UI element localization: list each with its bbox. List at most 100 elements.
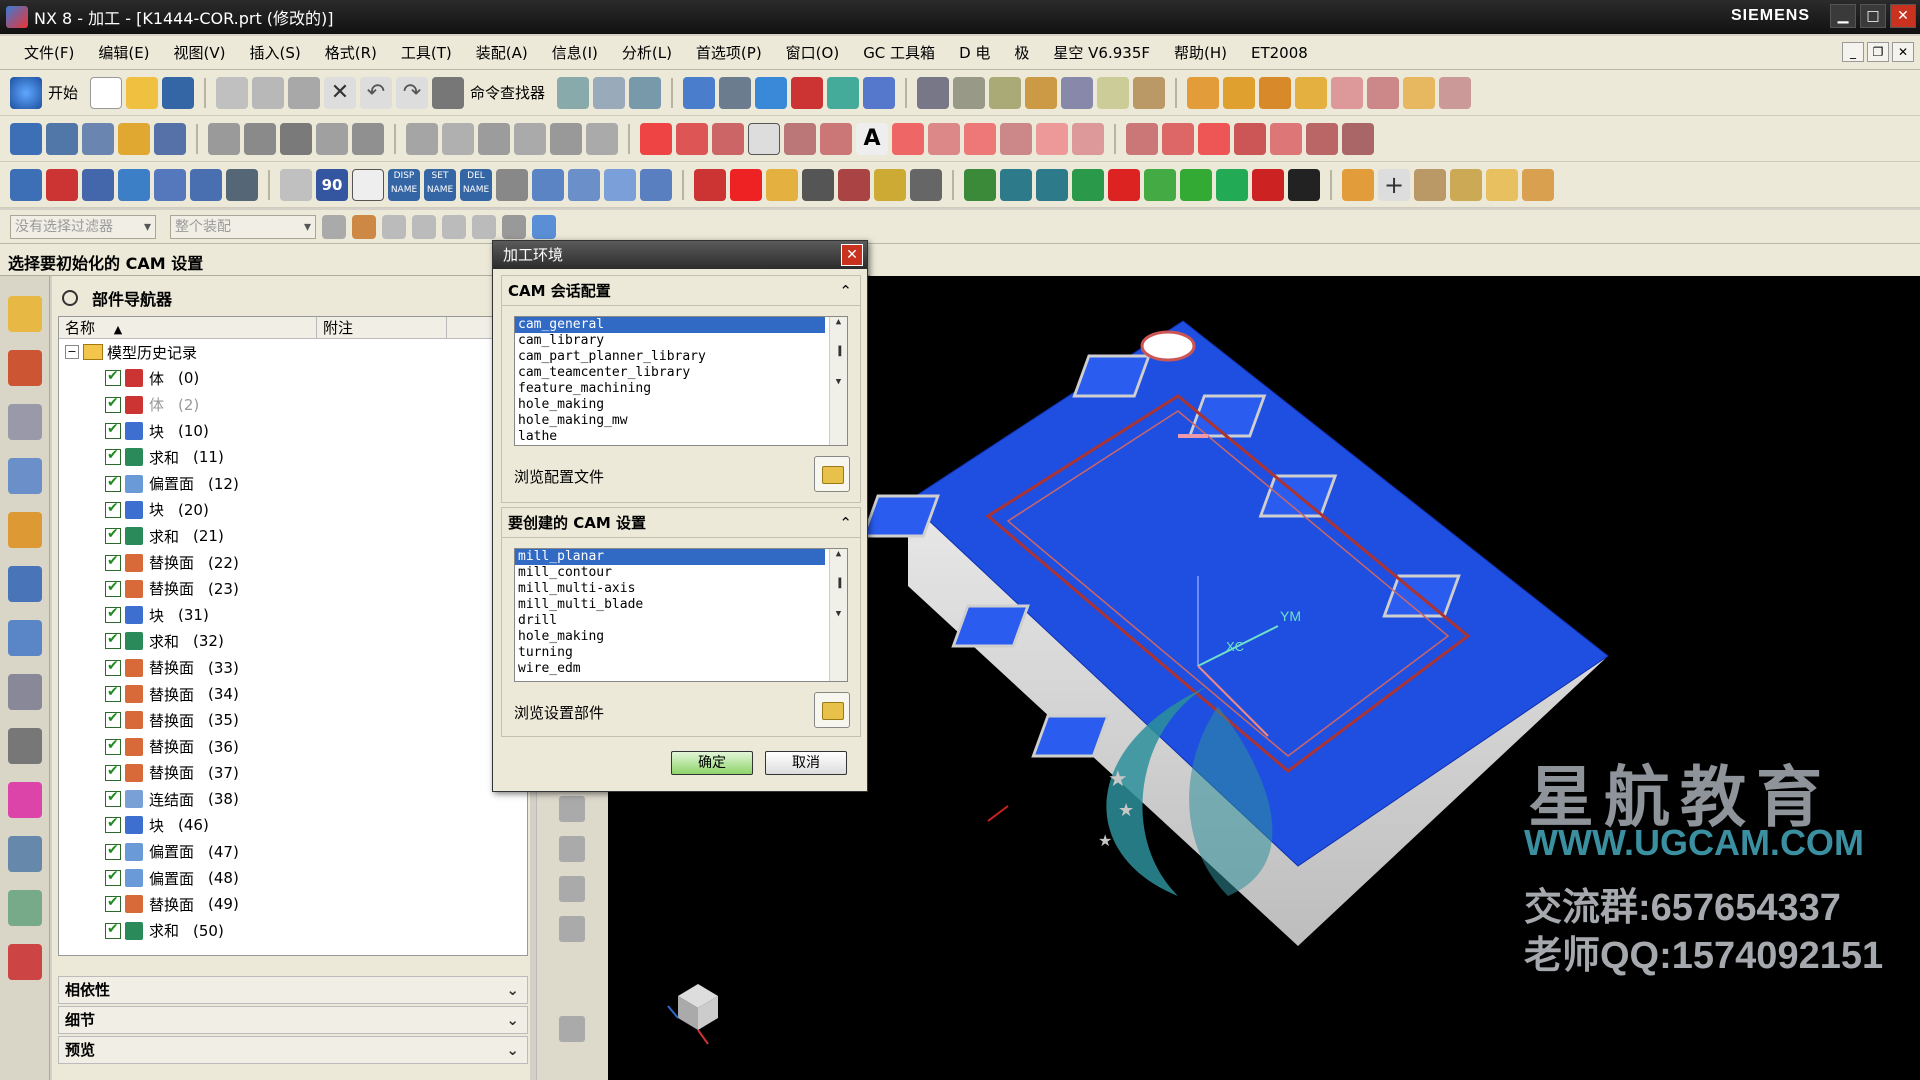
gray-block-icon[interactable] xyxy=(802,168,834,201)
divide-curve-icon[interactable] xyxy=(1162,122,1194,155)
list-item[interactable]: mill_multi-axis xyxy=(515,581,847,597)
visibility-checkbox[interactable] xyxy=(105,684,121,702)
plugin-icon-6[interactable] xyxy=(1216,168,1248,201)
part-navigator-icon[interactable] xyxy=(7,404,42,440)
plugin-icon-7[interactable] xyxy=(1252,168,1284,201)
selection-icon-4[interactable] xyxy=(472,214,496,239)
list-item[interactable]: cam_library xyxy=(515,333,847,349)
doc-close-button[interactable]: ✕ xyxy=(1892,42,1914,62)
move-face-icon[interactable] xyxy=(586,122,618,155)
plugin-icon-5[interactable] xyxy=(1180,168,1212,201)
menu-view[interactable]: 视图(V) xyxy=(162,42,238,63)
ruler-icon[interactable] xyxy=(1097,76,1130,109)
list-item[interactable]: hole_making xyxy=(515,629,847,645)
green-cube-icon[interactable] xyxy=(1072,168,1104,201)
web-browser-icon[interactable] xyxy=(7,566,42,602)
red-cube-icon[interactable] xyxy=(694,168,726,201)
arc-icon[interactable] xyxy=(676,122,708,155)
hand-tool-icon[interactable] xyxy=(559,796,585,822)
operation-navigator-tab-icon[interactable] xyxy=(7,458,42,494)
wcs-icon[interactable] xyxy=(917,76,950,109)
tree-root-row[interactable]: − 模型历史记录 xyxy=(59,339,527,365)
sketch-icon[interactable] xyxy=(1133,76,1166,109)
tree-feature-row[interactable]: 替换面 (36) xyxy=(59,733,527,759)
list-item[interactable]: cam_general xyxy=(515,317,825,333)
tree-feature-row[interactable]: 替换面 (34) xyxy=(59,681,527,707)
arrow-right-icon[interactable] xyxy=(640,168,672,201)
menu-xingkong[interactable]: 星空 V6.935F xyxy=(1041,42,1162,63)
redo-icon[interactable]: ↷ xyxy=(396,76,429,109)
plugin-icon-3[interactable] xyxy=(1036,168,1068,201)
list-item[interactable]: cam_part_planner_library xyxy=(515,349,847,365)
red-box-icon[interactable] xyxy=(1108,168,1140,201)
rectangle-select-icon[interactable] xyxy=(502,214,526,239)
paste-icon[interactable] xyxy=(288,76,321,109)
generate-toolpath-icon[interactable] xyxy=(226,168,258,201)
tool-icon[interactable] xyxy=(1025,76,1058,109)
visibility-checkbox[interactable] xyxy=(105,815,121,834)
extrude-icon[interactable] xyxy=(46,122,78,155)
visibility-checkbox[interactable] xyxy=(105,868,121,887)
menu-tools[interactable]: 工具(T) xyxy=(389,42,464,63)
tree-feature-row[interactable]: 替换面 (33) xyxy=(59,655,527,681)
process-studio-icon[interactable] xyxy=(7,728,42,764)
tree-feature-row[interactable]: 替换面 (23) xyxy=(59,576,527,602)
mirror-icon[interactable] xyxy=(442,122,474,155)
tree-feature-row[interactable]: 偏置面 (47) xyxy=(59,839,527,865)
set-name-icon[interactable]: SET NAME xyxy=(424,168,456,201)
cam-op-icon-1[interactable] xyxy=(1187,76,1220,109)
plugin-icon-1[interactable] xyxy=(964,168,996,201)
pattern-icon[interactable] xyxy=(406,122,438,155)
collapse-up-icon[interactable]: ⌃ xyxy=(839,508,852,538)
menu-window[interactable]: 窗口(O) xyxy=(774,42,852,63)
selection-scope-dropdown[interactable]: 整个装配 xyxy=(170,214,316,239)
yellow-plate-icon[interactable] xyxy=(766,168,798,201)
visibility-checkbox[interactable] xyxy=(105,526,121,545)
cam-setup-list[interactable]: mill_planar mill_contour mill_multi-axis… xyxy=(514,548,848,682)
assembly-navigator-icon[interactable] xyxy=(7,296,42,332)
menu-analysis[interactable]: 分析(L) xyxy=(610,42,684,63)
cam-op-icon-2[interactable] xyxy=(1223,76,1256,109)
list-item[interactable]: mill_multi_blade xyxy=(515,597,847,613)
dependencies-section[interactable]: 相依性 ⌄ xyxy=(58,976,528,1004)
shell-icon[interactable] xyxy=(280,122,312,155)
create-tool-icon[interactable] xyxy=(82,168,114,201)
visibility-checkbox[interactable] xyxy=(105,921,121,939)
plugin-icon-2[interactable] xyxy=(1000,168,1032,201)
measure-icon[interactable] xyxy=(953,76,986,109)
replace-face-icon[interactable] xyxy=(514,122,546,155)
del-name-icon[interactable]: DEL NAME xyxy=(460,168,492,201)
visibility-checkbox[interactable] xyxy=(105,553,121,571)
cube-select-icon[interactable] xyxy=(532,214,556,239)
minimize-button[interactable]: ▁ xyxy=(1830,4,1856,28)
operation-navigator-icon[interactable] xyxy=(10,168,42,201)
draft-icon[interactable] xyxy=(316,122,348,155)
trim-body-icon[interactable] xyxy=(352,122,384,155)
tree-feature-row[interactable]: 求和 (32) xyxy=(59,628,527,654)
tree-feature-row[interactable]: 体 (0) xyxy=(59,365,527,391)
close-window-button[interactable]: ✕ xyxy=(1890,4,1916,28)
visibility-checkbox[interactable] xyxy=(105,395,121,413)
visibility-checkbox[interactable] xyxy=(105,737,121,755)
fit-view-icon[interactable] xyxy=(683,76,716,109)
library-icon[interactable] xyxy=(7,512,42,548)
copy-icon[interactable] xyxy=(252,76,285,109)
delete-face-icon[interactable] xyxy=(550,122,582,155)
session-config-list[interactable]: cam_general cam_library cam_part_planner… xyxy=(514,316,848,446)
cam-op-icon-7[interactable] xyxy=(1403,76,1436,109)
tree-feature-row[interactable]: 求和 (50) xyxy=(59,918,527,944)
plugin-icon-11[interactable] xyxy=(1522,168,1554,201)
history-icon[interactable] xyxy=(7,620,42,656)
visibility-checkbox[interactable] xyxy=(105,763,121,781)
create-method-icon[interactable] xyxy=(154,168,186,201)
cam-op-icon-3[interactable] xyxy=(1259,76,1292,109)
cube-view-icon[interactable] xyxy=(755,76,788,109)
plugin-icon-4[interactable] xyxy=(1144,168,1176,201)
blend-icon[interactable] xyxy=(208,122,240,155)
tree-feature-row[interactable]: 连结面 (38) xyxy=(59,786,527,812)
disp-name-icon[interactable]: DISP NAME xyxy=(388,168,420,201)
book-icon[interactable] xyxy=(352,168,384,201)
cam-op-icon-4[interactable] xyxy=(1295,76,1328,109)
doc-minimize-button[interactable]: _ xyxy=(1842,42,1864,62)
motion-icon[interactable] xyxy=(1061,76,1094,109)
